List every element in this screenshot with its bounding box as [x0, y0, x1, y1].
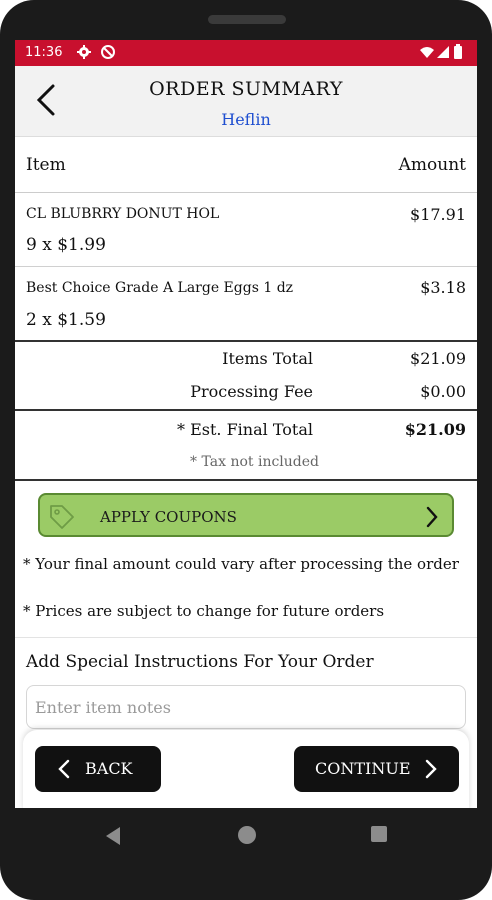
- table-row: CL BLUBRRY DONUT HOL $17.91 9 x $1.99: [15, 192, 477, 267]
- wifi-icon: [420, 47, 434, 58]
- do-not-disturb-icon: [101, 45, 115, 59]
- chevron-right-icon: [425, 759, 437, 779]
- processing-fee-value: $0.00: [420, 382, 466, 401]
- store-name: Heflin: [221, 110, 271, 129]
- status-bar: 11:36: [15, 40, 477, 66]
- item-amount: $17.91: [410, 205, 466, 224]
- divider: [15, 479, 477, 481]
- items-total-label: Items Total: [222, 349, 313, 368]
- page-title: ORDER SUMMARY: [149, 78, 343, 100]
- signal-icon: [437, 46, 449, 58]
- back-button[interactable]: BACK: [35, 746, 161, 792]
- status-time: 11:36: [25, 45, 63, 60]
- column-item-header: Item: [26, 155, 66, 175]
- items-total-value: $21.09: [410, 349, 466, 368]
- final-amount-note: * Your final amount could vary after pro…: [23, 555, 459, 573]
- processing-fee-label: Processing Fee: [190, 382, 313, 401]
- divider: [15, 409, 477, 411]
- item-amount: $3.18: [420, 278, 466, 297]
- column-amount-header: Amount: [398, 155, 466, 175]
- footer-actions: BACK CONTINUE: [23, 730, 469, 808]
- nav-home-icon[interactable]: [238, 826, 256, 844]
- item-quantity: 2 x $1.59: [26, 310, 106, 330]
- settings-icon: [77, 45, 91, 59]
- divider: [15, 340, 477, 342]
- item-quantity: 9 x $1.99: [26, 235, 106, 255]
- app-screen: 11:36 ORDER SUMMARY Heflin Item Amount C…: [15, 40, 477, 808]
- item-name: Best Choice Grade A Large Eggs 1 dz: [26, 280, 294, 296]
- phone-frame: 11:36 ORDER SUMMARY Heflin Item Amount C…: [0, 0, 492, 900]
- price-change-note: * Prices are subject to change for futur…: [23, 602, 385, 620]
- tag-icon: [50, 505, 74, 529]
- apply-coupons-label: APPLY COUPONS: [100, 508, 237, 526]
- chevron-right-icon: [426, 506, 438, 528]
- apply-coupons-button[interactable]: APPLY COUPONS: [38, 493, 454, 537]
- table-header: Item Amount: [15, 138, 477, 193]
- chevron-left-icon: [58, 759, 70, 779]
- tax-note: * Tax not included: [190, 454, 319, 470]
- app-header: ORDER SUMMARY Heflin: [15, 66, 477, 137]
- continue-button-label: CONTINUE: [315, 759, 411, 778]
- continue-button[interactable]: CONTINUE: [294, 746, 459, 792]
- divider: [15, 637, 477, 638]
- item-notes-input[interactable]: [26, 685, 466, 729]
- nav-recents-icon[interactable]: [371, 826, 387, 842]
- special-instructions-title: Add Special Instructions For Your Order: [26, 652, 374, 672]
- final-total-value: $21.09: [404, 420, 466, 439]
- final-total-label: * Est. Final Total: [177, 420, 313, 439]
- table-row: Best Choice Grade A Large Eggs 1 dz $3.1…: [15, 267, 477, 340]
- back-button-label: BACK: [85, 759, 133, 778]
- speaker-grille: [208, 15, 286, 24]
- item-name: CL BLUBRRY DONUT HOL: [26, 206, 220, 222]
- system-nav-bar: [0, 808, 492, 900]
- nav-back-icon[interactable]: [104, 826, 122, 846]
- battery-icon: [454, 44, 462, 59]
